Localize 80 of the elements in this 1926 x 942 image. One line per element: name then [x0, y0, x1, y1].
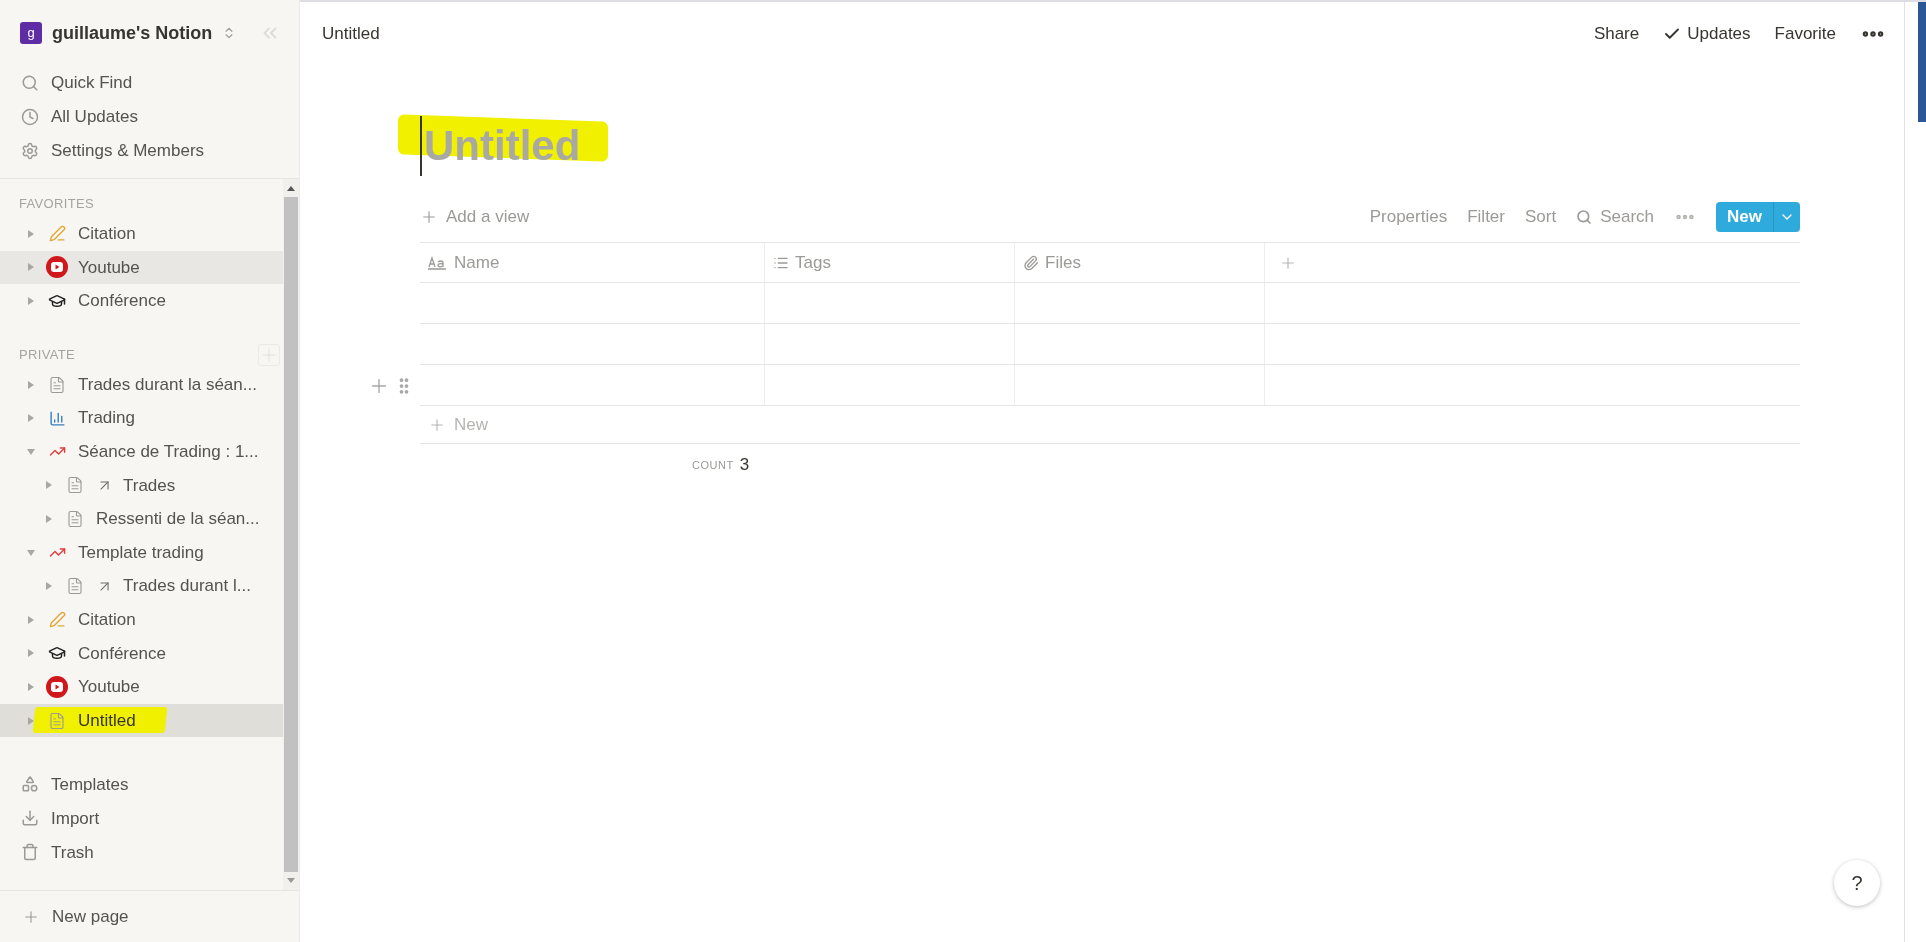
page-title: Séance de Trading : 1... — [78, 441, 259, 463]
sidebar-page-item[interactable]: Trades durant la séan... — [0, 367, 283, 402]
page-title: Trades durant l... — [123, 575, 251, 598]
scrollbar[interactable] — [283, 179, 299, 890]
disclosure-triangle-icon[interactable] — [26, 681, 36, 692]
download-icon — [21, 809, 39, 828]
page-title: Trades — [123, 474, 176, 497]
sidebar-page-item[interactable]: Conférence — [0, 636, 283, 671]
topbar-link[interactable]: Share — [1593, 21, 1640, 47]
page-title: Conférence — [78, 290, 166, 313]
disclosure-triangle-icon[interactable] — [26, 715, 36, 726]
disclosure-triangle-icon[interactable] — [26, 379, 36, 390]
page-title: Conférence — [78, 642, 166, 665]
disclosure-triangle-icon[interactable] — [26, 413, 36, 424]
section-label: PRIVATE — [19, 346, 75, 365]
sidebar-page-item[interactable]: Template trading — [0, 535, 283, 570]
workspace-avatar: g — [20, 22, 42, 44]
page-title: Trading — [78, 407, 135, 430]
page-title: Template trading — [78, 541, 204, 564]
sidebar-nav-item[interactable]: Trash — [0, 835, 283, 870]
sidebar-nav-item[interactable]: Import — [0, 801, 283, 836]
sidebar-page-item[interactable]: Youtube — [0, 250, 283, 285]
sidebar-nav-item[interactable]: Templates — [0, 767, 283, 802]
sidebar-page-item[interactable]: Citation — [0, 217, 283, 251]
page-title: Untitled — [78, 709, 136, 732]
breadcrumb[interactable]: Untitled — [322, 21, 380, 47]
sidebar-page-item[interactable]: Untitled — [0, 703, 283, 738]
sidebar-nav-item[interactable]: Quick Find — [0, 66, 299, 100]
clock-icon — [21, 108, 39, 126]
plus-icon — [420, 208, 438, 226]
workspace-name[interactable]: guillaume's Notion — [52, 19, 213, 47]
disclosure-triangle-icon[interactable] — [44, 513, 54, 524]
section-label: FAVORITES — [19, 195, 94, 214]
graduation-cap-icon — [48, 292, 66, 310]
sidebar-page-item[interactable]: Trades — [0, 468, 283, 503]
settings-icon — [21, 142, 39, 160]
disclosure-triangle-icon[interactable] — [44, 480, 54, 491]
page-icon — [66, 577, 84, 596]
disclosure-triangle-icon[interactable] — [26, 446, 36, 457]
search-icon — [1576, 209, 1593, 225]
new-page-button[interactable]: New page — [0, 903, 129, 930]
disclosure-triangle-icon[interactable] — [26, 547, 36, 558]
page-title: Youtube — [78, 256, 140, 279]
sidebar-nav-item[interactable]: All Updates — [0, 100, 299, 134]
play-circle-icon — [46, 256, 68, 279]
bar-chart-icon — [48, 409, 66, 427]
page-icon — [48, 375, 66, 394]
play-circle-icon — [46, 675, 68, 698]
page-title: Trades durant la séan... — [78, 373, 257, 396]
updates-button[interactable]: Updates — [1663, 21, 1751, 47]
topbar-link[interactable]: Favorite — [1774, 21, 1836, 47]
sidebar-page-item[interactable]: Youtube — [0, 670, 283, 704]
page-title: Ressenti de la séan... — [96, 508, 260, 531]
help-button[interactable]: ? — [1834, 860, 1880, 906]
page-icon — [66, 476, 84, 495]
sidebar-page-item[interactable]: Trades durant l... — [0, 569, 283, 603]
disclosure-triangle-icon[interactable] — [26, 648, 36, 659]
sidebar-page-item[interactable]: Conférence — [0, 284, 283, 318]
count-label: COUNT — [692, 457, 734, 473]
disclosure-triangle-icon[interactable] — [44, 581, 54, 592]
sidebar-page-item[interactable]: Séance de Trading : 1... — [0, 434, 283, 469]
sidebar-page-item[interactable]: Trading — [0, 401, 283, 435]
page-title: Citation — [78, 223, 136, 246]
sidebar-page-item[interactable]: Ressenti de la séan... — [0, 502, 283, 536]
shapes-icon — [21, 775, 39, 794]
paperclip-icon — [1023, 254, 1039, 271]
disclosure-triangle-icon[interactable] — [26, 228, 36, 239]
count-value: 3 — [739, 454, 750, 477]
page-title: Youtube — [78, 676, 140, 699]
trash-icon — [21, 843, 39, 862]
sidebar-nav-item[interactable]: Settings & Members — [0, 134, 299, 168]
page-icon — [66, 509, 84, 528]
page-title: Citation — [78, 609, 136, 631]
search-icon — [21, 74, 39, 92]
page-icon — [48, 711, 66, 730]
text-type-icon — [428, 255, 448, 270]
disclosure-triangle-icon[interactable] — [26, 296, 36, 306]
sidebar-page-item[interactable]: Citation — [0, 602, 283, 637]
disclosure-triangle-icon[interactable] — [26, 262, 36, 273]
disclosure-triangle-icon[interactable] — [26, 614, 36, 625]
